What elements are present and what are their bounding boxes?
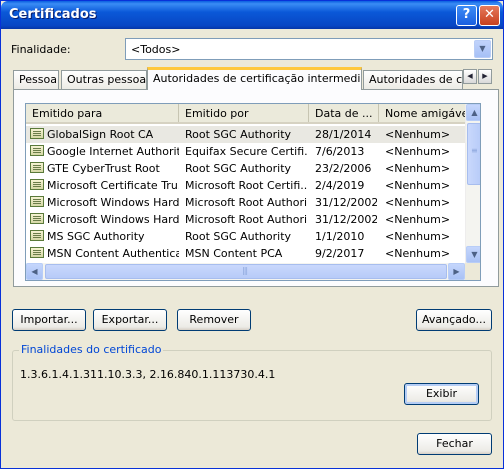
scrollbar-corner — [465, 263, 480, 280]
close-button[interactable]: Fechar — [417, 433, 492, 455]
certificates-dialog: Certificados ? ✕ Finalidade: <Todos> ▼ P… — [0, 0, 504, 469]
list-item[interactable]: GlobalSign Root CA Root SGC Authority 28/1… — [26, 126, 466, 143]
cell-expiry-date: 23/2/2006 — [315, 162, 372, 175]
column-issued-to[interactable]: Emitido para — [26, 104, 179, 122]
cell-issued-to: GTE CyberTrust Root — [47, 162, 160, 175]
view-button[interactable]: Exibir — [404, 383, 479, 405]
cell-issued-to: Microsoft Windows Hard... — [47, 196, 179, 209]
cell-expiry-date: 1/1/2010 — [315, 230, 365, 243]
cell-friendly-name: <Nenhum> — [385, 213, 451, 226]
window-title: Certificados — [9, 7, 97, 22]
import-button[interactable]: Importar... — [12, 309, 86, 331]
list-header: Emitido para Emitido por Data de ... Nom… — [26, 104, 466, 124]
list-item[interactable]: Microsoft Certificate Tru... Microsoft Ro… — [26, 177, 466, 194]
tab-label: Autoridades de certificação intermediári… — [153, 72, 361, 85]
cell-expiry-date: 2/4/2019 — [315, 179, 365, 192]
cell-issued-by: Microsoft Root Authority — [185, 213, 307, 226]
cell-expiry-date: 9/2/2017 — [315, 247, 365, 260]
certificate-icon — [30, 128, 44, 139]
certificate-icon — [30, 230, 44, 241]
certificate-purposes-label: Finalidades do certificado — [19, 343, 164, 356]
cell-friendly-name: <Nenhum> — [385, 128, 451, 141]
title-bar[interactable]: Certificados ? ✕ — [1, 1, 503, 29]
column-expiry-date[interactable]: Data de ... — [309, 104, 379, 122]
cell-expiry-date: 28/1/2014 — [315, 128, 372, 141]
cell-issued-by: Microsoft Root Certifi... — [185, 179, 307, 192]
certificate-icon — [30, 145, 44, 156]
purpose-value: <Todos> — [131, 43, 181, 56]
list-item[interactable]: Microsoft Windows Hard... Microsoft Root … — [26, 211, 466, 228]
column-issued-by[interactable]: Emitido por — [179, 104, 309, 122]
tab-scroll-left-icon[interactable]: ◀ — [463, 69, 477, 84]
list-item[interactable]: Microsoft Windows Hard... Microsoft Root … — [26, 194, 466, 211]
cell-issued-by: MSN Content PCA — [185, 247, 283, 260]
cell-expiry-date: 31/12/2002 — [315, 196, 377, 209]
cell-issued-by: Root SGC Authority — [185, 230, 292, 243]
tab-autoridades-raiz[interactable]: Autoridades de certificação — [363, 70, 463, 89]
chevron-down-icon[interactable]: ▼ — [474, 40, 491, 58]
close-icon: ✕ — [484, 7, 495, 22]
certificate-icon — [30, 179, 44, 190]
cell-issued-by: Root SGC Authority — [185, 128, 292, 141]
certificate-purposes-value: 1.3.6.1.4.1.311.10.3.3, 2.16.840.1.11373… — [20, 368, 276, 381]
tab-pessoal[interactable]: Pessoal — [13, 70, 59, 89]
cell-expiry-date: 31/12/2002 — [315, 213, 377, 226]
horizontal-scrollbar[interactable]: ◀ ||| ▶ — [26, 263, 465, 280]
export-button[interactable]: Exportar... — [93, 309, 167, 331]
cell-friendly-name: <Nenhum> — [385, 230, 451, 243]
scroll-left-icon[interactable]: ◀ — [26, 263, 43, 280]
horizontal-scroll-thumb[interactable]: ||| — [45, 264, 447, 279]
vertical-scrollbar[interactable]: ▲ ≡ ▼ — [465, 104, 480, 263]
column-friendly-name[interactable]: Nome amigável — [379, 104, 466, 122]
list-item[interactable]: GTE CyberTrust Root Root SGC Authority 23/… — [26, 160, 466, 177]
certificate-list[interactable]: Emitido para Emitido por Data de ... Nom… — [25, 103, 481, 281]
cell-issued-to: Google Internet Authority — [47, 145, 179, 158]
certificate-icon — [30, 162, 44, 173]
tab-outras-pessoas[interactable]: Outras pessoas — [61, 70, 147, 89]
list-item[interactable]: MS SGC Authority Root SGC Authority 1/1/20… — [26, 228, 466, 245]
certificate-icon — [30, 196, 44, 207]
cell-issued-to: MSN Content Authentica... — [47, 247, 179, 260]
list-item[interactable]: MSN Content Authentica... MSN Content PCA… — [26, 245, 466, 262]
vertical-scroll-thumb[interactable]: ≡ — [467, 123, 480, 185]
purpose-dropdown[interactable]: <Todos> ▼ — [125, 38, 493, 60]
tab-label: Outras pessoas — [67, 73, 147, 86]
cell-friendly-name: <Nenhum> — [385, 196, 451, 209]
cell-friendly-name: <Nenhum> — [385, 162, 451, 175]
close-window-button[interactable]: ✕ — [479, 5, 500, 26]
cell-friendly-name: <Nenhum> — [385, 179, 451, 192]
help-button[interactable]: ? — [456, 5, 477, 26]
cell-issued-to: MS SGC Authority — [47, 230, 145, 243]
cell-friendly-name: <Nenhum> — [385, 247, 451, 260]
tab-scroll-right-icon[interactable]: ▶ — [478, 69, 492, 84]
cell-friendly-name: <Nenhum> — [385, 145, 451, 158]
cell-issued-to: Microsoft Windows Hard... — [47, 213, 179, 226]
tab-autoridades-intermediarias[interactable]: Autoridades de certificação intermediári… — [147, 67, 362, 90]
tab-label: Autoridades de certificação — [369, 73, 463, 86]
scroll-down-icon[interactable]: ▼ — [466, 246, 480, 263]
cell-issued-to: Microsoft Certificate Tru... — [47, 179, 179, 192]
scroll-right-icon[interactable]: ▶ — [448, 263, 465, 280]
certificate-icon — [30, 213, 44, 224]
certificate-icon — [30, 247, 44, 258]
cell-issued-to: GlobalSign Root CA — [47, 128, 154, 141]
cell-issued-by: Root SGC Authority — [185, 162, 292, 175]
scroll-up-icon[interactable]: ▲ — [466, 104, 480, 121]
advanced-button[interactable]: Avançado... — [416, 309, 492, 331]
cell-issued-by: Equifax Secure Certifi... — [185, 145, 307, 158]
list-item[interactable]: Google Internet Authority Equifax Secure … — [26, 143, 466, 160]
tab-label: Pessoal — [19, 73, 59, 86]
help-icon: ? — [462, 7, 471, 22]
remove-button[interactable]: Remover — [177, 309, 251, 331]
cell-issued-by: Microsoft Root Authority — [185, 196, 307, 209]
cell-expiry-date: 7/6/2013 — [315, 145, 365, 158]
purpose-label: Finalidade: — [11, 43, 71, 56]
